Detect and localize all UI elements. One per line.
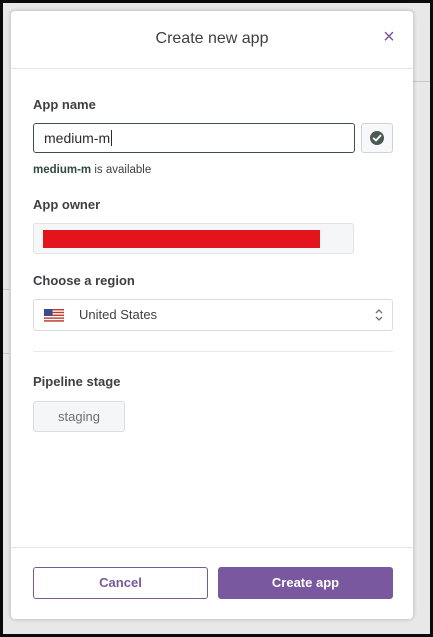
create-app-button[interactable]: Create app <box>218 567 393 599</box>
app-name-value: medium-m <box>44 130 111 146</box>
modal-title: Create new app <box>155 30 269 47</box>
updown-chevron-icon <box>375 309 383 321</box>
availability-message: medium-m is available <box>33 164 151 176</box>
availability-check-button[interactable] <box>361 123 393 153</box>
region-selected-value: United States <box>79 307 158 322</box>
background-tick <box>3 353 9 354</box>
availability-app-name: medium-m <box>33 164 92 176</box>
background-tick <box>3 289 9 290</box>
modal-header: Create new app × <box>11 11 413 69</box>
region-select[interactable]: United States <box>33 299 393 331</box>
app-owner-field[interactable] <box>33 223 354 254</box>
screenshot-frame: Create new app × App name medium-m mediu… <box>0 0 433 637</box>
app-name-label: App name <box>33 97 96 112</box>
section-divider <box>33 351 393 352</box>
create-app-modal: Create new app × App name medium-m mediu… <box>11 11 413 619</box>
availability-text: is available <box>91 164 152 176</box>
app-owner-label: App owner <box>33 197 101 212</box>
redaction-bar <box>43 230 320 248</box>
pipeline-stage-pill: staging <box>33 401 125 432</box>
region-label: Choose a region <box>33 273 135 288</box>
app-name-input[interactable]: medium-m <box>33 123 355 153</box>
background-divider <box>413 81 430 82</box>
pipeline-stage-label: Pipeline stage <box>33 374 121 389</box>
cancel-button[interactable]: Cancel <box>33 567 208 599</box>
us-flag-icon <box>44 309 64 322</box>
footer-divider <box>11 547 413 548</box>
text-caret <box>111 130 113 147</box>
check-circle-icon <box>370 131 384 145</box>
close-icon[interactable]: × <box>379 27 399 47</box>
